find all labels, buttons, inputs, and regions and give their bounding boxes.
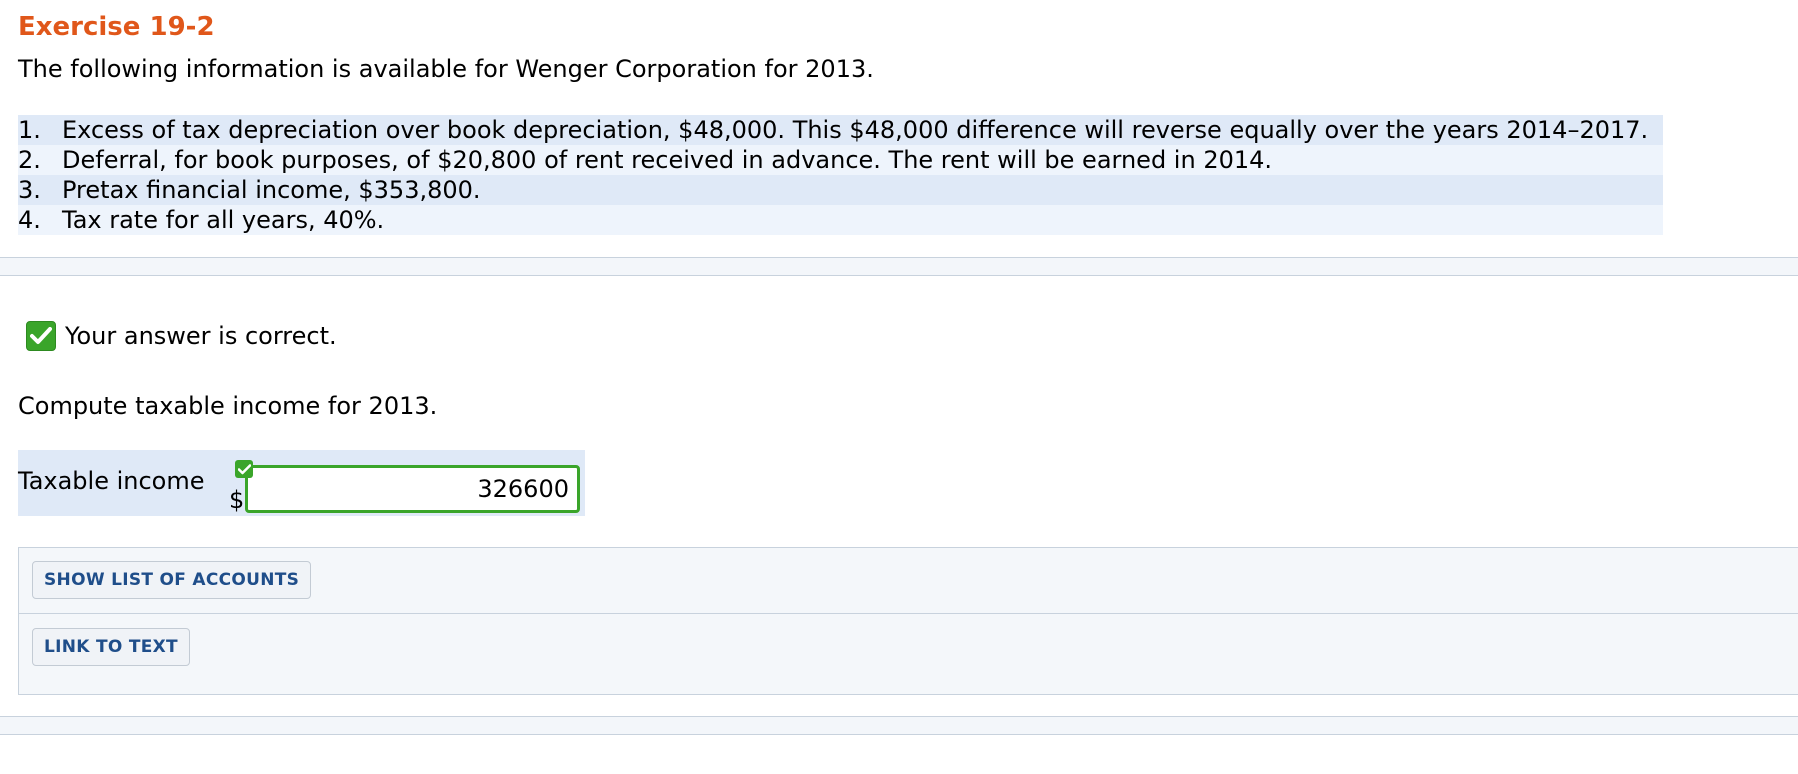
currency-symbol: $ xyxy=(229,486,245,514)
section-band xyxy=(0,717,1798,734)
answer-feedback: Your answer is correct. xyxy=(26,321,337,351)
tools-panel: SHOW LIST OF ACCOUNTS LINK TO TEXT xyxy=(18,547,1798,695)
show-list-of-accounts-button[interactable]: SHOW LIST OF ACCOUNTS xyxy=(32,561,312,599)
section-divider xyxy=(0,275,1798,276)
info-list: 1. Excess of tax depreciation over book … xyxy=(18,115,1663,235)
section-band xyxy=(0,258,1798,275)
list-item: 2. Deferral, for book purposes, of $20,8… xyxy=(18,145,1663,175)
list-item-text: Pretax financial income, $353,800. xyxy=(62,176,481,204)
section-divider xyxy=(0,734,1798,735)
list-item-number: 3. xyxy=(18,176,41,204)
link-to-text-button[interactable]: LINK TO TEXT xyxy=(32,628,190,666)
list-item-number: 4. xyxy=(18,206,41,234)
list-item-text: Deferral, for book purposes, of $20,800 … xyxy=(62,146,1273,174)
exercise-title: Exercise 19-2 xyxy=(18,12,215,42)
exercise-intro: The following information is available f… xyxy=(18,55,874,83)
correct-check-icon xyxy=(235,460,253,478)
list-item-number: 1. xyxy=(18,116,41,144)
answer-row: Taxable income $ xyxy=(18,450,585,516)
tools-divider xyxy=(19,613,1798,614)
answer-label: Taxable income xyxy=(18,467,205,495)
list-item: 4. Tax rate for all years, 40%. xyxy=(18,205,1663,235)
feedback-message: Your answer is correct. xyxy=(65,322,337,350)
list-item: 3. Pretax financial income, $353,800. xyxy=(18,175,1663,205)
taxable-income-input[interactable] xyxy=(245,465,580,513)
list-item-text: Tax rate for all years, 40%. xyxy=(62,206,385,234)
question-prompt: Compute taxable income for 2013. xyxy=(18,392,438,420)
check-icon xyxy=(26,321,56,351)
list-item-text: Excess of tax depreciation over book dep… xyxy=(62,116,1649,144)
list-item: 1. Excess of tax depreciation over book … xyxy=(18,115,1663,145)
list-item-number: 2. xyxy=(18,146,41,174)
